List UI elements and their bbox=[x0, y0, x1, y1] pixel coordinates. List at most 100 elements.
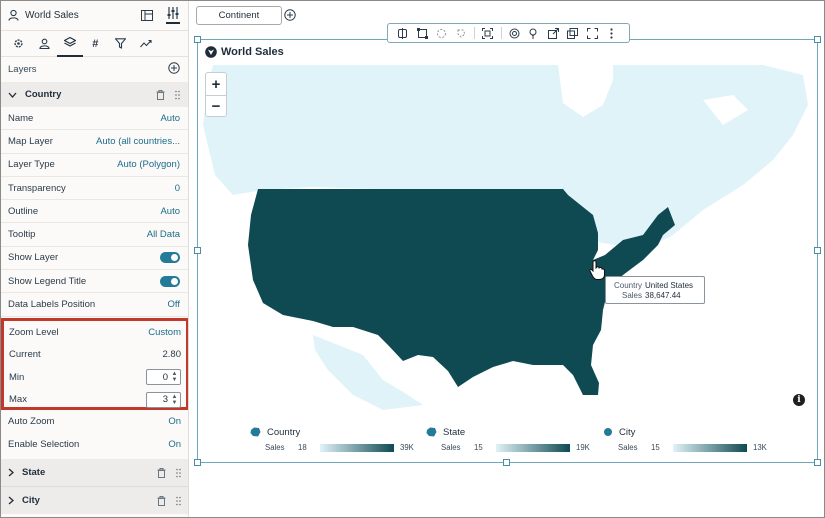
prop-value[interactable]: On bbox=[168, 416, 181, 427]
zoom-in-button[interactable]: + bbox=[206, 73, 226, 95]
show-legend-title-toggle[interactable] bbox=[160, 275, 180, 287]
tab-layers[interactable] bbox=[57, 31, 83, 57]
resize-handle[interactable] bbox=[194, 247, 201, 254]
prop-tooltip[interactable]: Tooltip All Data bbox=[0, 223, 188, 247]
export-button[interactable] bbox=[544, 23, 564, 43]
properties-panel: World Sales # Layers Country Name Auto M… bbox=[0, 0, 189, 518]
collapsed-layers: State City bbox=[0, 459, 188, 514]
map-viz-icon bbox=[205, 46, 217, 58]
select-circle-button[interactable] bbox=[432, 23, 452, 43]
toolbar-divider bbox=[474, 27, 475, 39]
select-rectangle-button[interactable] bbox=[413, 23, 433, 43]
layer-section-country[interactable]: Country bbox=[0, 82, 188, 107]
prop-zoom-level[interactable]: Zoom Level Custom bbox=[4, 321, 186, 344]
prop-map-layer[interactable]: Map Layer Auto (all countries... bbox=[0, 130, 188, 154]
prop-transparency[interactable]: Transparency 0 bbox=[0, 177, 188, 201]
toolbar-divider bbox=[500, 27, 502, 39]
delete-layer-button[interactable] bbox=[157, 495, 166, 506]
prop-value[interactable]: Auto bbox=[160, 206, 180, 217]
layout-view-button[interactable] bbox=[140, 8, 154, 22]
properties-view-button[interactable] bbox=[166, 6, 180, 24]
more-options-button[interactable] bbox=[602, 23, 622, 43]
map-canvas[interactable] bbox=[203, 65, 813, 417]
prop-value[interactable]: Custom bbox=[148, 327, 181, 338]
focus-button[interactable] bbox=[478, 23, 498, 43]
delete-layer-button[interactable] bbox=[156, 89, 165, 100]
resize-handle[interactable] bbox=[503, 459, 510, 466]
properties-tabs: # bbox=[0, 31, 188, 57]
show-layer-toggle[interactable] bbox=[160, 252, 180, 264]
resize-handle[interactable] bbox=[814, 36, 821, 43]
chevron-right-icon bbox=[8, 468, 14, 477]
explain-button[interactable] bbox=[524, 23, 544, 43]
map-zoom-control: + − bbox=[205, 72, 227, 117]
prop-value[interactable]: Off bbox=[168, 299, 181, 310]
trash-icon bbox=[156, 89, 165, 100]
prop-value[interactable]: All Data bbox=[147, 229, 180, 240]
resize-handle[interactable] bbox=[194, 36, 201, 43]
prop-value[interactable]: Auto (Polygon) bbox=[117, 159, 180, 170]
expand-icon bbox=[586, 27, 598, 39]
prop-value[interactable]: On bbox=[168, 439, 181, 450]
tab-general[interactable] bbox=[6, 31, 32, 57]
zoom-min-stepper[interactable]: 0 ▲ ▼ bbox=[146, 369, 181, 386]
prop-label: Max bbox=[9, 394, 27, 406]
export-icon bbox=[547, 27, 559, 39]
legend-gradient-bar bbox=[320, 443, 394, 452]
polygon-shape-icon bbox=[426, 427, 437, 437]
tab-analytics[interactable] bbox=[134, 31, 160, 57]
tab-number-format[interactable]: # bbox=[83, 31, 109, 57]
viz-type-button[interactable] bbox=[393, 23, 413, 43]
prop-layer-type[interactable]: Layer Type Auto (Polygon) bbox=[0, 154, 188, 177]
target-button[interactable] bbox=[505, 23, 525, 43]
prop-outline[interactable]: Outline Auto bbox=[0, 200, 188, 224]
resize-handle[interactable] bbox=[194, 459, 201, 466]
stepper-arrows-icon[interactable]: ▲ ▼ bbox=[171, 394, 178, 406]
layers-label: Layers bbox=[8, 64, 37, 75]
prop-value[interactable]: Auto bbox=[160, 113, 180, 124]
maximize-button[interactable] bbox=[583, 23, 603, 43]
panel-title: World Sales bbox=[25, 9, 79, 21]
prop-value[interactable]: 0 bbox=[175, 183, 180, 194]
map-grid-icon bbox=[398, 27, 408, 39]
prop-label: Show Legend Title bbox=[8, 275, 87, 287]
stepper-arrows-icon[interactable]: ▲ ▼ bbox=[171, 371, 178, 383]
prop-value[interactable]: Auto (all countries... bbox=[96, 136, 180, 147]
filter-pill-continent[interactable]: Continent bbox=[196, 6, 282, 25]
drag-handle[interactable] bbox=[176, 468, 181, 478]
prop-data-labels-position[interactable]: Data Labels Position Off bbox=[0, 293, 188, 317]
tooltip-value: United States bbox=[645, 281, 694, 290]
select-lasso-button[interactable] bbox=[452, 23, 472, 43]
zoom-level-highlight: Zoom Level Custom Current 2.80 Min 0 ▲ ▼ Max… bbox=[1, 318, 188, 410]
zoom-max-stepper[interactable]: 3 ▲ ▼ bbox=[146, 391, 181, 408]
layer-section-state[interactable]: State bbox=[0, 459, 188, 486]
drag-handle[interactable] bbox=[176, 496, 181, 506]
zoom-out-button[interactable]: − bbox=[206, 95, 226, 117]
layer-properties: Name Auto Map Layer Auto (all countries...… bbox=[0, 107, 188, 317]
resize-handle[interactable] bbox=[814, 247, 821, 254]
layers-icon bbox=[63, 37, 76, 47]
prop-auto-zoom[interactable]: Auto Zoom On bbox=[0, 410, 188, 433]
duplicate-button[interactable] bbox=[563, 23, 583, 43]
tab-map[interactable] bbox=[32, 31, 58, 57]
prop-enable-selection[interactable]: Enable Selection On bbox=[0, 433, 188, 456]
stepper-value[interactable]: 3 bbox=[147, 394, 171, 405]
resize-handle[interactable] bbox=[814, 459, 821, 466]
hand-cursor-icon bbox=[589, 260, 605, 280]
hash-icon: # bbox=[92, 37, 99, 50]
prop-name[interactable]: Name Auto bbox=[0, 107, 188, 131]
delete-layer-button[interactable] bbox=[157, 467, 166, 478]
add-filter-icon[interactable] bbox=[284, 9, 296, 21]
layout-icon bbox=[141, 9, 153, 21]
trend-icon bbox=[140, 39, 152, 48]
info-icon[interactable]: i bbox=[793, 394, 805, 406]
tooltip-key: Sales bbox=[621, 291, 642, 300]
add-layer-button[interactable] bbox=[168, 62, 180, 77]
drag-handle[interactable] bbox=[175, 90, 180, 100]
prop-label: Layer Type bbox=[8, 159, 55, 171]
target-icon bbox=[509, 28, 520, 38]
layer-section-city[interactable]: City bbox=[0, 487, 188, 514]
stepper-value[interactable]: 0 bbox=[147, 372, 171, 383]
tab-filter[interactable] bbox=[108, 31, 134, 57]
lasso-circle-icon bbox=[437, 28, 447, 38]
